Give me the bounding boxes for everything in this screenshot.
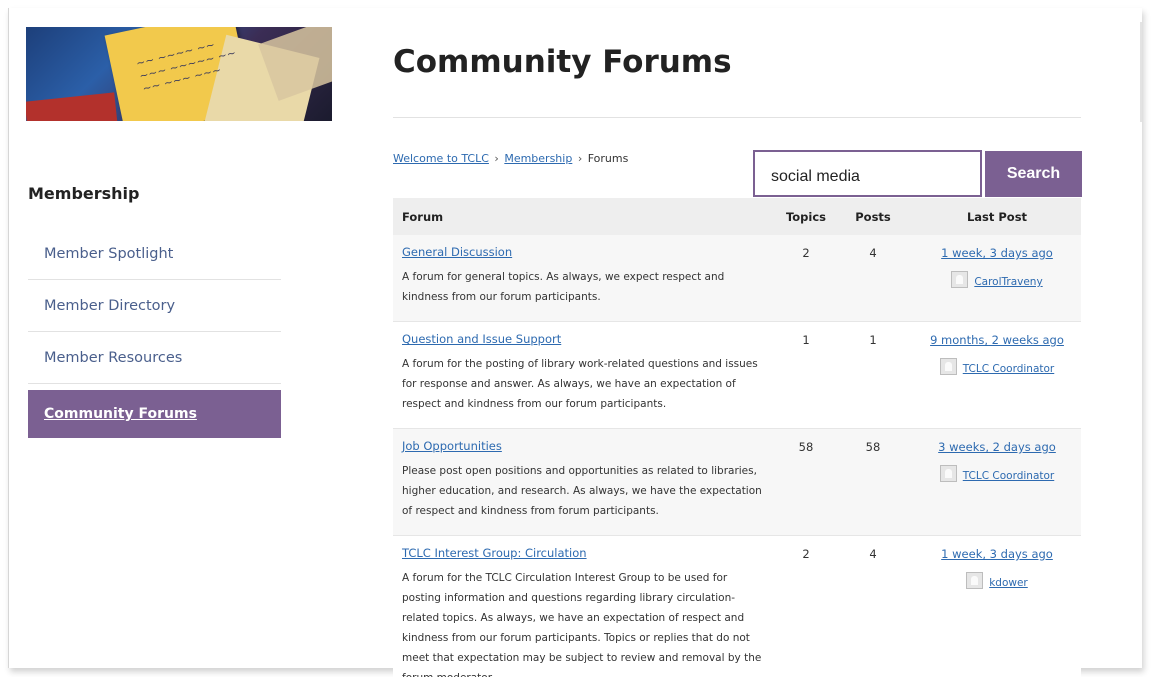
breadcrumb-separator: ›: [577, 152, 583, 165]
forum-description: Please post open positions and opportuni…: [402, 465, 762, 517]
column-header-topics: Topics: [779, 198, 833, 235]
topics-count: 2: [779, 535, 833, 677]
breadcrumb: Welcome to TCLC › Membership › Forums: [393, 152, 628, 165]
title-divider: [393, 117, 1081, 118]
topics-count: 58: [779, 428, 833, 536]
avatar: [939, 358, 957, 375]
sidebar-item-member-resources[interactable]: Member Resources: [28, 332, 281, 384]
page-title: Community Forums: [393, 44, 732, 80]
avatar: [966, 572, 984, 589]
sidebar-heading: Membership: [28, 184, 140, 203]
posts-count: 1: [833, 321, 913, 429]
breadcrumb-link-home[interactable]: Welcome to TCLC: [393, 152, 489, 165]
forum-title-link[interactable]: TCLC Interest Group: Circulation: [402, 546, 769, 560]
sidebar-item-community-forums[interactable]: Community Forums: [28, 390, 281, 438]
author-link[interactable]: kdower: [989, 577, 1028, 589]
breadcrumb-current: Forums: [587, 152, 629, 165]
last-post-link[interactable]: 1 week, 3 days ago: [941, 547, 1053, 561]
author-link[interactable]: TCLC Coordinator: [963, 470, 1055, 482]
posts-count: 4: [833, 235, 913, 322]
table-row: Job Opportunities Please post open posit…: [393, 428, 1081, 536]
sidebar-item-member-directory[interactable]: Member Directory: [28, 280, 281, 332]
forum-description: A forum for general topics. As always, w…: [402, 271, 725, 303]
forum-title-link[interactable]: General Discussion: [402, 245, 769, 259]
search-button[interactable]: Search: [985, 151, 1082, 197]
forum-description: A forum for the posting of library work-…: [402, 358, 758, 410]
forum-title-link[interactable]: Question and Issue Support: [402, 332, 769, 346]
forum-table: Forum Topics Posts Last Post General Dis…: [393, 198, 1081, 677]
posts-count: 4: [833, 535, 913, 677]
forum-description: A forum for the TCLC Circulation Interes…: [402, 572, 762, 677]
table-row: TCLC Interest Group: Circulation A forum…: [393, 535, 1081, 677]
topics-count: 1: [779, 321, 833, 429]
avatar: [939, 465, 957, 482]
author-link[interactable]: CarolTraveny: [974, 276, 1042, 288]
last-post-link[interactable]: 1 week, 3 days ago: [941, 246, 1053, 260]
breadcrumb-separator: ›: [494, 152, 499, 165]
last-post-link[interactable]: 9 months, 2 weeks ago: [930, 333, 1064, 347]
column-header-last-post: Last Post: [913, 198, 1081, 235]
right-edge-divider: [1140, 22, 1142, 122]
author-link[interactable]: TCLC Coordinator: [963, 363, 1055, 375]
sidebar-item-member-spotlight[interactable]: Member Spotlight: [28, 228, 281, 280]
column-header-forum: Forum: [393, 198, 779, 235]
header-image: ~~ ~~~~ ~~ ~~~ ~~~~~ ~~ ~~ ~~~ ~~~: [26, 27, 332, 121]
breadcrumb-link-membership[interactable]: Membership: [504, 152, 572, 165]
table-row: Question and Issue Support A forum for t…: [393, 321, 1081, 429]
sidebar-nav: Member Spotlight Member Directory Member…: [28, 228, 281, 438]
last-post-link[interactable]: 3 weeks, 2 days ago: [938, 440, 1056, 454]
table-row: General Discussion A forum for general t…: [393, 235, 1081, 322]
posts-count: 58: [833, 428, 913, 536]
column-header-posts: Posts: [833, 198, 913, 235]
avatar: [951, 271, 969, 288]
topics-count: 2: [779, 235, 833, 322]
forum-title-link[interactable]: Job Opportunities: [402, 439, 769, 453]
search-input[interactable]: [753, 150, 982, 197]
